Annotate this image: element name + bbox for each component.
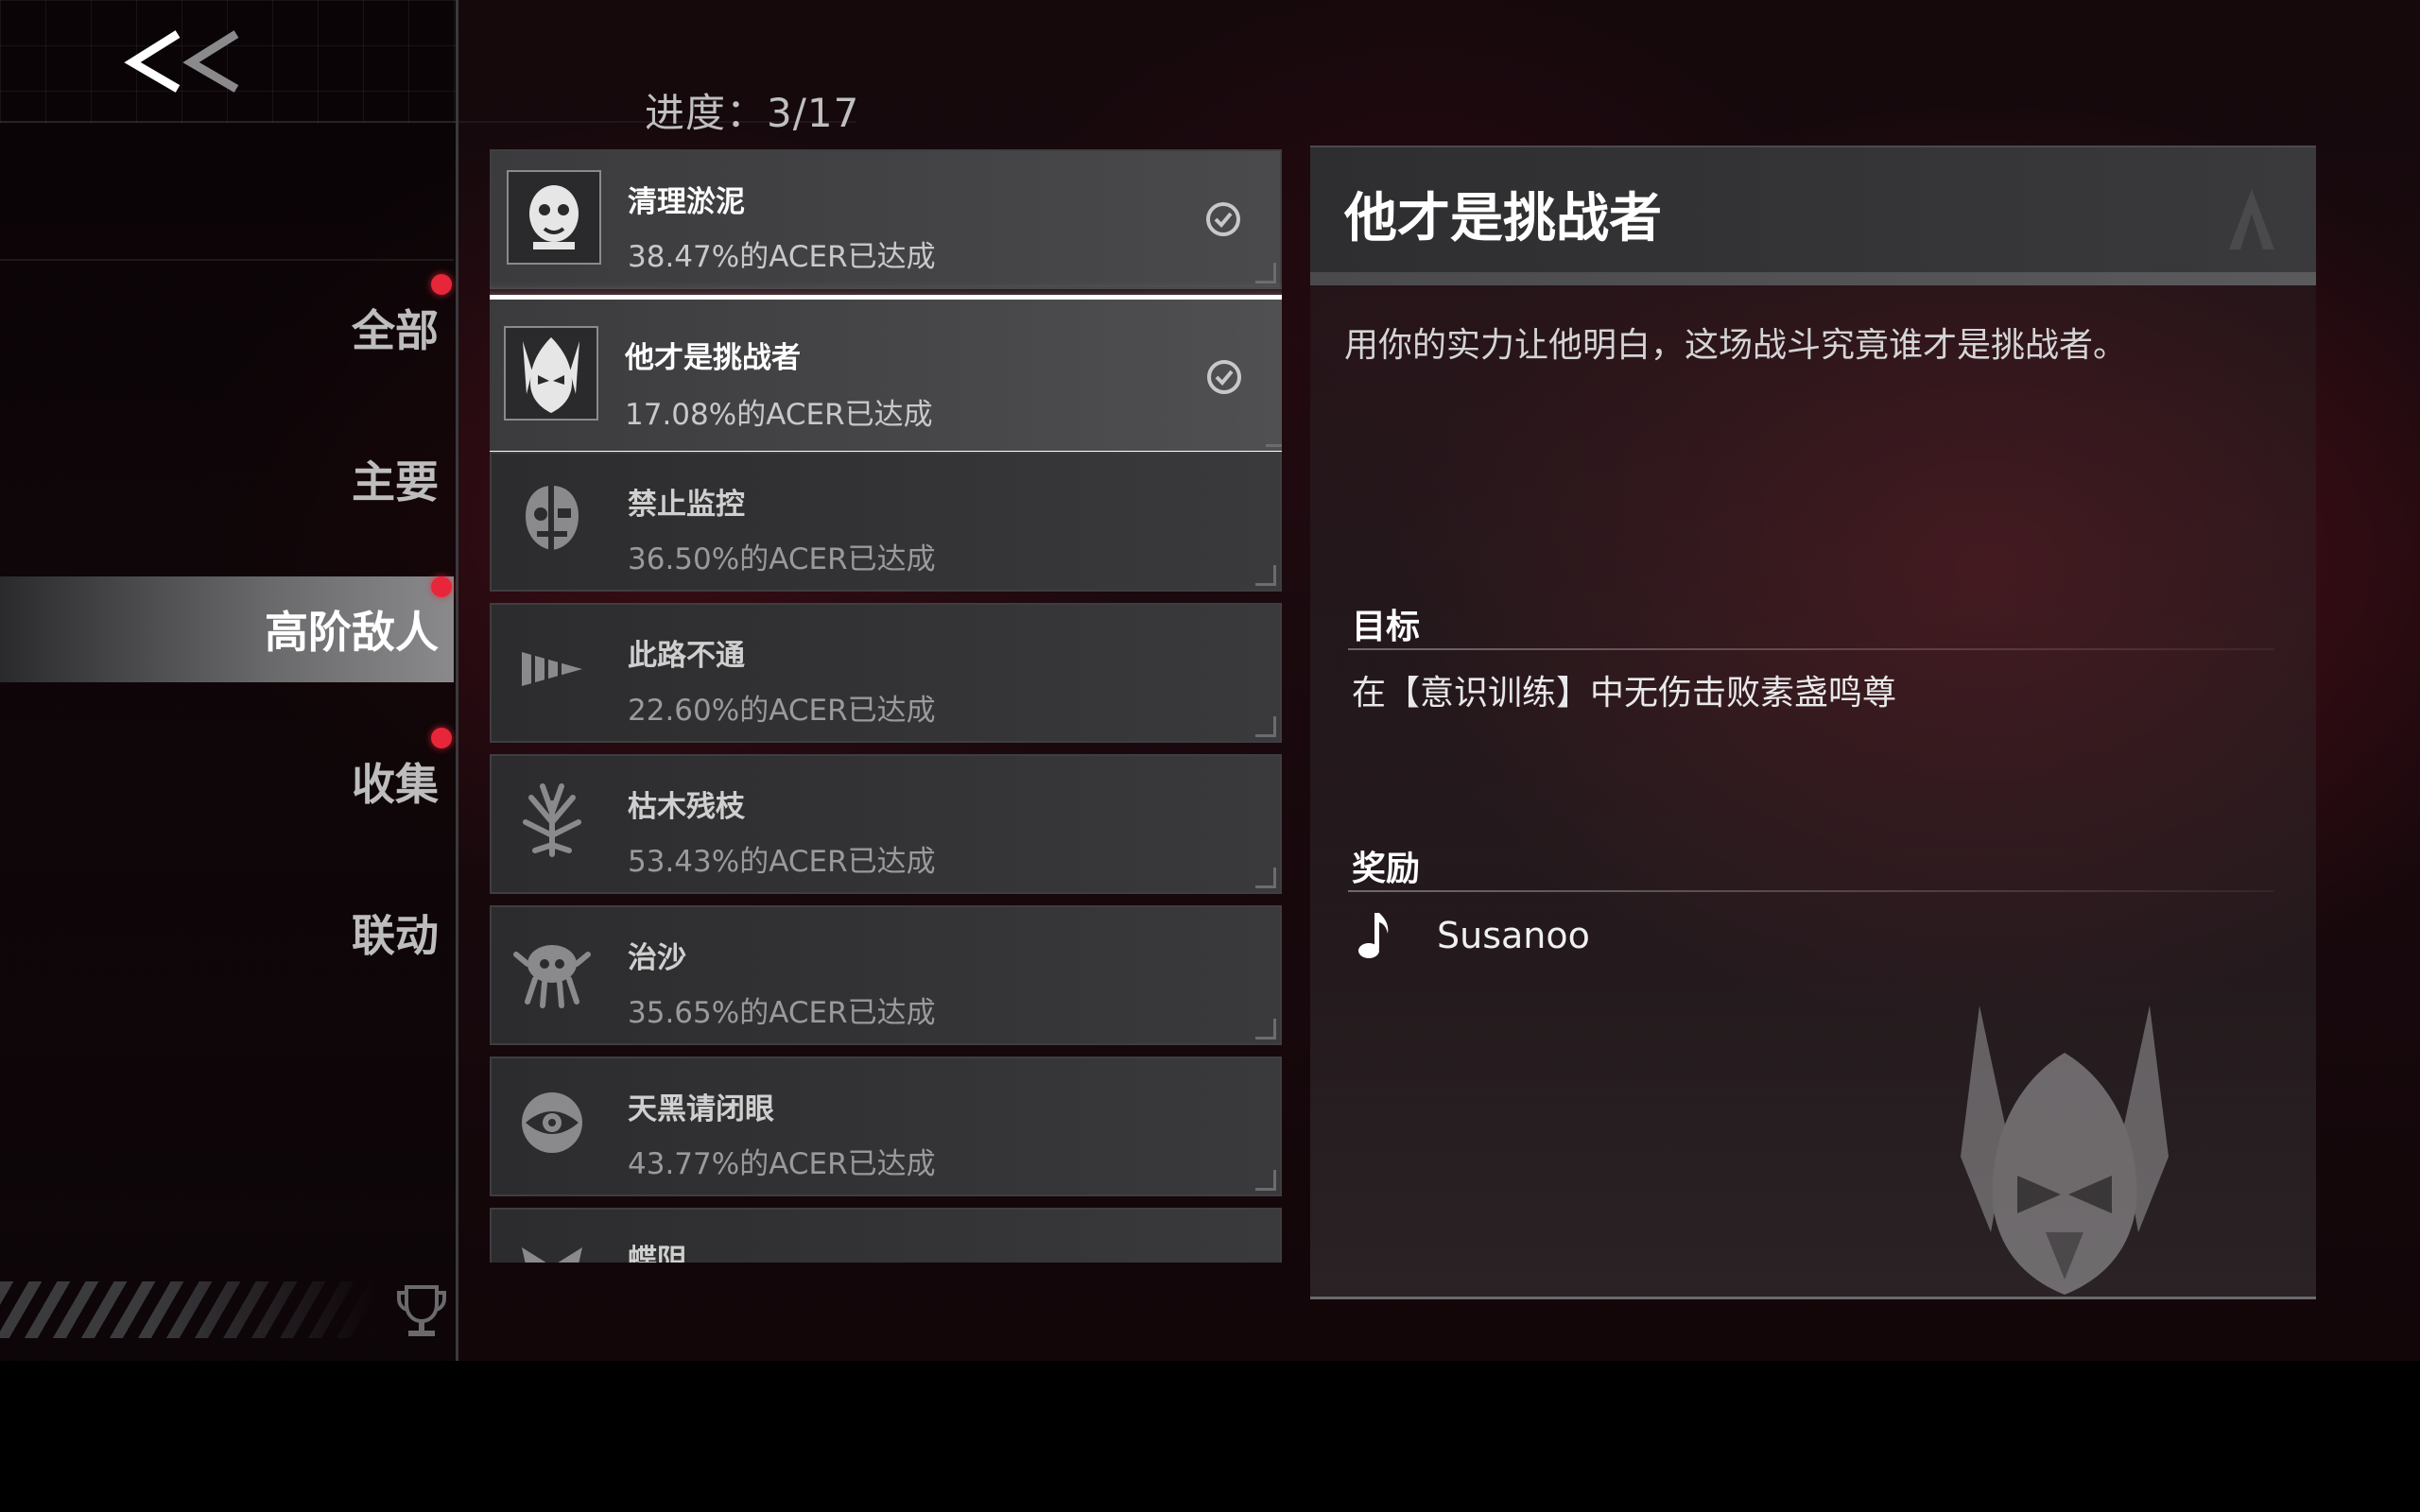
- reward-heading: 奖励: [1352, 850, 1421, 888]
- achievement-item[interactable]: 治沙 35.65%的ACER已达成: [490, 905, 1282, 1045]
- thorny-branch-icon: [523, 783, 581, 857]
- category-elite-enemies[interactable]: 高阶敌人: [0, 576, 454, 682]
- achievement-icon-frame: [507, 1077, 601, 1172]
- achievement-name: 他才是挑战者: [625, 341, 801, 375]
- corner-accent: [1255, 263, 1276, 284]
- corner-accent: [1255, 868, 1276, 888]
- achievement-item[interactable]: 清理淤泥 38.47%的ACER已达成: [490, 149, 1282, 289]
- achievement-name: 此路不通: [628, 639, 745, 673]
- category-collab[interactable]: 联动: [0, 881, 454, 985]
- masked-skull-icon: [529, 185, 579, 249]
- objective-text: 在【意识训练】中无伤击败素盏鸣尊: [1352, 674, 1897, 713]
- achievement-icon-frame: [507, 1228, 601, 1263]
- music-note-icon: [1358, 913, 1389, 958]
- achievement-percent: 38.47%的ACER已达成: [628, 240, 936, 274]
- achievement-name: 天黑请闭眼: [628, 1092, 774, 1126]
- achievement-name: 禁止监控: [628, 488, 745, 522]
- check-circle-icon: [1206, 202, 1240, 236]
- corner-accent: [1255, 565, 1276, 586]
- achievement-name: 枯木残枝: [628, 790, 745, 824]
- game-logo-icon: [2229, 189, 2274, 249]
- achievement-percent: 22.60%的ACER已达成: [628, 694, 936, 728]
- category-label: 高阶敌人: [265, 607, 439, 658]
- corner-accent: [1255, 716, 1276, 737]
- reward-divider: [1348, 890, 2274, 892]
- achievement-icon-frame: [507, 624, 601, 718]
- achievement-percent: 36.50%的ACER已达成: [628, 542, 936, 576]
- achievement-name: 清理淤泥: [628, 185, 745, 219]
- achievement-name: 治沙: [628, 941, 686, 975]
- detail-header-bar: [1310, 272, 2316, 285]
- notification-badge: [431, 576, 452, 597]
- achievement-percent: 35.65%的ACER已达成: [628, 996, 936, 1030]
- detail-header: 他才是挑战者: [1310, 146, 2316, 280]
- achievement-icon-frame: [504, 326, 598, 421]
- achievement-item[interactable]: 蝶阴: [490, 1208, 1282, 1263]
- achievement-item[interactable]: 此路不通 22.60%的ACER已达成: [490, 603, 1282, 743]
- category-collection[interactable]: 收集: [0, 730, 454, 833]
- sidebar-border: [456, 0, 458, 1361]
- horned-mask-icon: [523, 337, 579, 413]
- stripe-decoration: [0, 1281, 378, 1338]
- objective-divider: [1348, 648, 2274, 650]
- progress-label: 进度：3/17: [645, 90, 860, 136]
- achievement-item[interactable]: 禁止监控 36.50%的ACER已达成: [490, 452, 1282, 592]
- achievement-icon-frame: [507, 926, 601, 1021]
- trophy-icon: [395, 1283, 448, 1340]
- detail-description: 用你的实力让他明白，这场战斗究竟谁才是挑战者。: [1344, 326, 2128, 365]
- achievement-icon-frame: [507, 775, 601, 869]
- cyborg-face-icon: [526, 486, 579, 550]
- category-label: 收集: [352, 759, 439, 810]
- double-chevron-left-icon: [124, 30, 239, 93]
- achievement-name: 蝶阴: [628, 1244, 686, 1263]
- achievement-percent: 17.08%的ACER已达成: [625, 398, 933, 432]
- category-label: 联动: [352, 910, 439, 961]
- notification-badge: [431, 274, 452, 295]
- detail-title: 他才是挑战者: [1344, 188, 1662, 249]
- achievement-item[interactable]: 枯木残枝 53.43%的ACER已达成: [490, 754, 1282, 894]
- reward-name: Susanoo: [1437, 915, 1590, 956]
- category-all[interactable]: 全部: [0, 276, 454, 380]
- notification-badge: [431, 728, 452, 748]
- back-button[interactable]: [123, 26, 246, 102]
- objective-heading: 目标: [1352, 608, 1421, 646]
- achievement-percent: 43.77%的ACER已达成: [628, 1147, 936, 1181]
- sidebar-top-divider: [0, 121, 458, 123]
- corner-accent: [1255, 1019, 1276, 1040]
- achievement-detail-panel: 他才是挑战者 用你的实力让他明白，这场战斗究竟谁才是挑战者。 目标 在【意识训练…: [1310, 146, 2316, 1299]
- achievement-item-selected[interactable]: 他才是挑战者 17.08%的ACER已达成: [490, 295, 1282, 455]
- corner-accent: [1255, 1170, 1276, 1191]
- achievement-list[interactable]: 清理淤泥 38.47%的ACER已达成 他才是挑战者 17.08%的ACER已达…: [490, 149, 1282, 1263]
- horned-mask-icon: [1961, 1005, 2169, 1295]
- eye-icon: [522, 1092, 582, 1153]
- achievement-percent: 53.43%的ACER已达成: [628, 845, 936, 879]
- drill-icon: [522, 652, 582, 686]
- category-main[interactable]: 主要: [0, 427, 454, 531]
- sand-creature-icon: [513, 945, 591, 1008]
- butterfly-icon: [522, 1247, 582, 1263]
- achievements-screen: 全部 主要 高阶敌人 收集 联动 进度：3/17 清理淤泥 38.47%的ACE…: [0, 0, 2420, 1361]
- check-circle-icon: [1207, 360, 1241, 394]
- achievement-item[interactable]: 天黑请闭眼 43.77%的ACER已达成: [490, 1057, 1282, 1196]
- category-label: 主要: [352, 456, 439, 507]
- category-label: 全部: [352, 305, 439, 356]
- achievement-icon-frame: [507, 472, 601, 567]
- achievement-icon-frame: [507, 170, 601, 265]
- category-divider: [0, 259, 454, 261]
- corner-accent: [1266, 426, 1282, 447]
